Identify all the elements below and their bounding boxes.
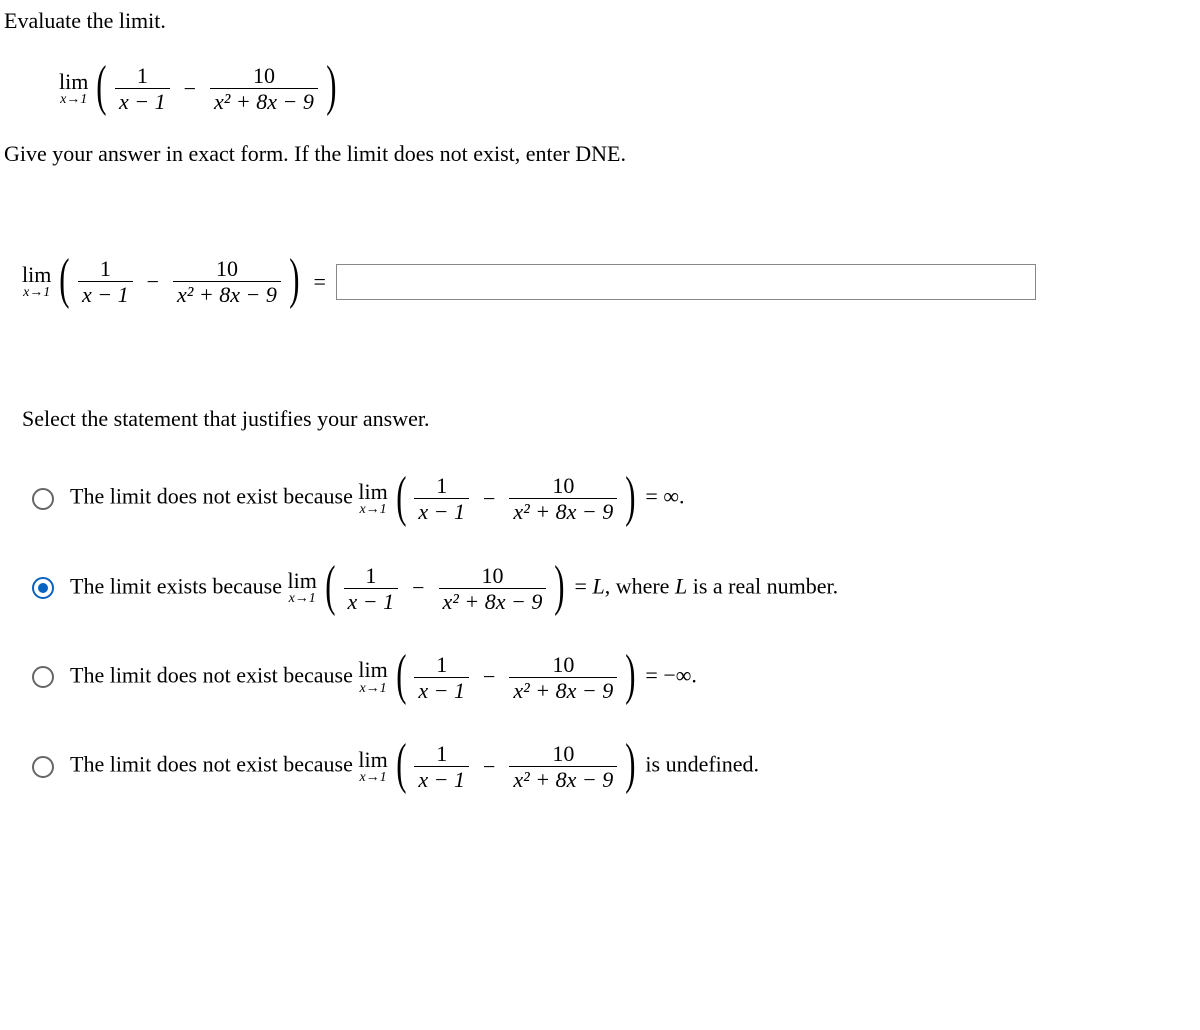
answer-lhs-expression: lim x→1 ( 1 x − 1 − 10 x² + 8x − 9 ) [22,257,304,306]
fraction-2: 10 x² + 8x − 9 [210,64,318,113]
option-c[interactable]: The limit does not exist because lim x→1… [32,653,1196,702]
limit-expression: lim x→1 ( 1 x − 1 − 10 x² + 8x − 9 ) [59,64,1196,113]
option-c-label: The limit does not exist because lim x→1… [70,653,697,702]
option-d[interactable]: The limit does not exist because lim x→1… [32,742,1196,791]
radio-a[interactable] [32,488,54,510]
radio-b[interactable] [32,577,54,599]
instruction-text: Evaluate the limit. [4,8,1196,34]
answer-input[interactable] [336,264,1036,300]
option-b-label: The limit exists because lim x→1 ( 1 x −… [70,564,838,613]
option-a-label: The limit does not exist because lim x→1… [70,474,685,523]
right-paren: ) [326,64,336,109]
fraction-1: 1 x − 1 [115,64,170,113]
radio-c[interactable] [32,666,54,688]
options-group: The limit does not exist because lim x→1… [32,474,1196,791]
option-b[interactable]: The limit exists because lim x→1 ( 1 x −… [32,564,1196,613]
equals-sign: = [314,269,326,295]
hint-text: Give your answer in exact form. If the l… [4,141,1196,167]
justify-heading: Select the statement that justifies your… [22,406,1196,432]
minus-operator: − [184,76,196,102]
option-d-label: The limit does not exist because lim x→1… [70,742,759,791]
limit-operator: lim x→1 [59,70,88,108]
left-paren: ( [97,64,107,109]
option-a[interactable]: The limit does not exist because lim x→1… [32,474,1196,523]
radio-d[interactable] [32,756,54,778]
